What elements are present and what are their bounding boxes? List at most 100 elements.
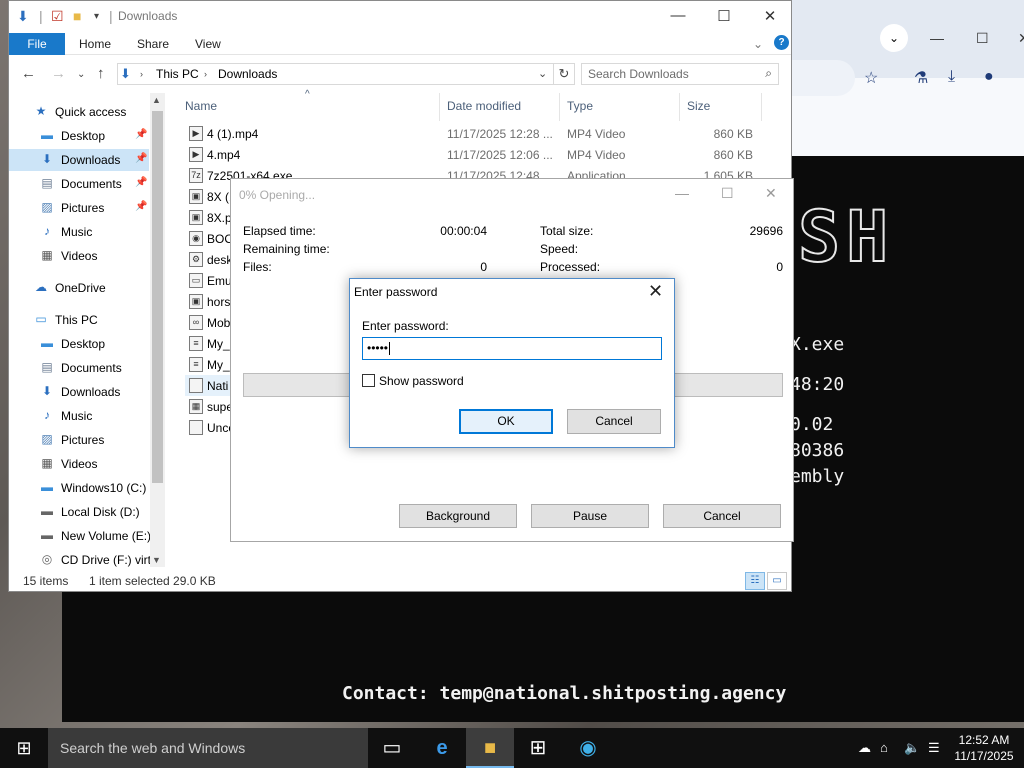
sidebar-item[interactable]: ▦ Videos (9, 245, 149, 267)
pictures-folder-icon: ▨ (41, 432, 53, 446)
file-row[interactable]: ▶ 4 (1).mp4 11/17/2025 12:28 ... MP4 Video 8… (185, 123, 785, 144)
clock-time: 12:52 AM (958, 733, 1010, 747)
column-name[interactable]: Name (185, 99, 217, 113)
elapsed-value: 00:00:04 (440, 224, 487, 238)
cloud-tray-icon[interactable]: ☁ (858, 740, 871, 756)
properties-icon[interactable]: ☑ (51, 8, 64, 25)
sidebar-item[interactable]: ▤ Documents (9, 357, 149, 379)
desktop-folder-icon: ▬ (41, 128, 53, 142)
start-button[interactable]: ⊞ (0, 728, 48, 768)
password-input[interactable]: ••••• (362, 337, 662, 360)
refresh-button[interactable]: ↻ (553, 63, 575, 85)
close-button[interactable]: ✕ (747, 7, 793, 25)
sidebar-item[interactable]: ▬ Windows10 (C:) (9, 477, 149, 499)
pictures-folder-icon: ▨ (41, 200, 53, 214)
forward-button[interactable]: → (51, 65, 66, 82)
up-button[interactable]: ↑ (97, 65, 105, 82)
recent-locations-icon[interactable]: ⌄ (77, 69, 85, 80)
sidebar-item[interactable]: ♪ Music (9, 405, 149, 427)
console-line: 0.02 (790, 414, 834, 435)
close-button[interactable]: ✕ (1018, 30, 1024, 47)
sidebar-item[interactable]: ▦ Videos (9, 453, 149, 475)
sidebar-item[interactable]: ▭ This PC (9, 309, 149, 331)
sidebar-item[interactable]: ▬ Desktop (9, 333, 149, 355)
sidebar-item[interactable]: ▤ Documents 📌 (9, 173, 149, 195)
background-button[interactable]: Background (399, 504, 517, 528)
tab-share[interactable]: Share (137, 37, 169, 51)
file-type: MP4 Video (567, 127, 626, 141)
large-icons-view-button[interactable]: ▭ (767, 572, 787, 590)
task-view-icon[interactable]: ▭ (368, 728, 416, 768)
scroll-down-icon[interactable]: ▼ (152, 555, 161, 565)
tab-home[interactable]: Home (79, 37, 111, 51)
sidebar-item[interactable]: ▬ Local Disk (D:) (9, 501, 149, 523)
sidebar-item[interactable]: ♪ Music (9, 221, 149, 243)
clock[interactable]: 12:52 AM 11/17/2025 (948, 732, 1020, 764)
sidebar-item[interactable]: ☁ OneDrive (9, 277, 149, 299)
volume-muted-icon[interactable]: 🔈 (904, 740, 920, 756)
lab-icon[interactable]: ⚗ (914, 68, 928, 88)
column-divider[interactable] (679, 93, 680, 121)
tab-view[interactable]: View (195, 37, 221, 51)
sidebar-item[interactable]: ◎ CD Drive (F:) virt (9, 549, 151, 571)
back-button[interactable]: ← (21, 65, 36, 82)
edge-icon[interactable]: e (418, 728, 466, 768)
sidebar-item[interactable]: ▨ Pictures (9, 429, 149, 451)
show-password-checkbox[interactable] (362, 374, 375, 387)
download-icon[interactable]: ⤓ (948, 68, 955, 86)
maximize-button[interactable]: ☐ (721, 185, 734, 202)
close-button[interactable]: ✕ (765, 185, 777, 202)
customize-toolbar-icon[interactable]: ▾ (94, 11, 99, 22)
breadcrumb-downloads[interactable]: Downloads (218, 67, 277, 81)
taskbar-search-box[interactable]: Search the web and Windows (48, 728, 368, 768)
cancel-button[interactable]: Cancel (567, 409, 661, 434)
network-icon[interactable]: ⌂ (880, 740, 888, 755)
column-size[interactable]: Size (687, 99, 710, 113)
image-file-icon: ▣ (189, 210, 203, 225)
scrollbar-thumb[interactable] (152, 111, 163, 483)
column-divider[interactable] (559, 93, 560, 121)
tab-file[interactable]: File (9, 33, 65, 55)
minimize-button[interactable]: — (930, 30, 944, 46)
sidebar-item[interactable]: ▬ Desktop 📌 (9, 125, 149, 147)
file-explorer-icon[interactable]: ■ (466, 728, 514, 768)
breadcrumb-this-pc[interactable]: This PC (156, 67, 199, 81)
show-password-label[interactable]: Show password (379, 374, 464, 388)
column-divider[interactable] (761, 93, 762, 121)
sidebar-item[interactable]: ▬ New Volume (E:) (9, 525, 151, 547)
cancel-button[interactable]: Cancel (663, 504, 781, 528)
column-date[interactable]: Date modified (447, 99, 521, 113)
profile-icon[interactable]: ● (984, 68, 994, 86)
search-input[interactable]: Search Downloads ⌕ (581, 63, 779, 85)
sidebar-item[interactable]: ▨ Pictures 📌 (9, 197, 149, 219)
minimize-button[interactable]: — (655, 7, 701, 24)
maximize-button[interactable]: ☐ (701, 7, 747, 25)
ok-button[interactable]: OK (459, 409, 553, 434)
minimize-button[interactable]: — (675, 185, 689, 201)
file-name: desk (207, 253, 233, 267)
sidebar-item[interactable]: ⬇ Downloads (9, 381, 149, 403)
browser-app-icon[interactable]: ◉ (564, 728, 612, 768)
divider: | (109, 8, 113, 24)
nav-scrollbar[interactable]: ▲ ▼ (150, 93, 165, 567)
pause-button[interactable]: Pause (531, 504, 649, 528)
close-button[interactable]: ✕ (648, 281, 663, 302)
tab-search-button[interactable]: ⌄ (880, 24, 908, 52)
column-type[interactable]: Type (567, 99, 593, 113)
details-view-button[interactable]: ☷ (745, 572, 765, 590)
expand-ribbon-icon[interactable]: ⌄ (753, 37, 763, 51)
store-icon[interactable]: ⊞ (514, 728, 562, 768)
scroll-up-icon[interactable]: ▲ (152, 95, 161, 105)
console-line: 80386 (790, 440, 845, 461)
sidebar-item[interactable]: ★ Quick access (9, 101, 149, 123)
file-row[interactable]: ▶ 4.mp4 11/17/2025 12:06 ... MP4 Video 860 K… (185, 144, 785, 165)
notifications-icon[interactable]: ☰ (928, 740, 940, 756)
column-divider[interactable] (439, 93, 440, 121)
sidebar-item[interactable]: ⬇ Downloads 📌 (9, 149, 149, 171)
new-folder-icon[interactable]: ■ (73, 8, 81, 24)
star-icon[interactable]: ☆ (864, 68, 878, 88)
address-bar[interactable]: ⬇ › This PC › Downloads ⌄ (117, 63, 554, 85)
address-dropdown-icon[interactable]: ⌄ (538, 67, 547, 80)
help-icon[interactable]: ? (774, 35, 789, 50)
maximize-button[interactable]: ☐ (976, 30, 989, 47)
